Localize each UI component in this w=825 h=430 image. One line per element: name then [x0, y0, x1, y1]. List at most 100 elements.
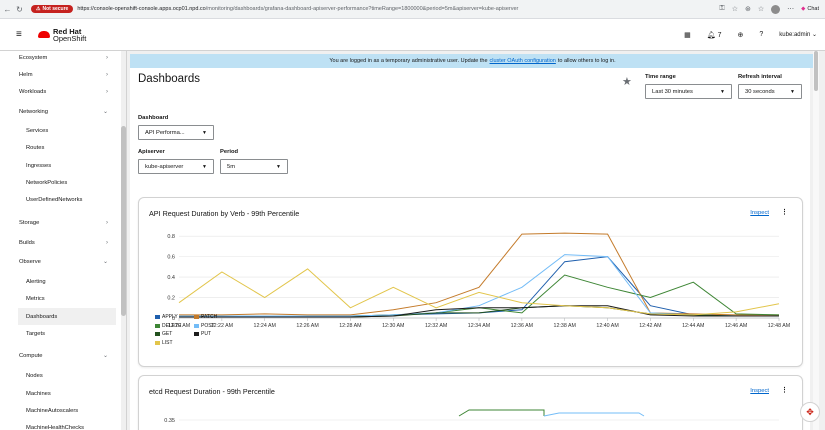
etcd-request-duration-card: etcd Request Duration - 99th Percentile …	[138, 375, 803, 430]
y-tick-label: 0.6	[167, 255, 175, 261]
sidebar-item-metrics[interactable]: Metrics	[0, 290, 120, 307]
legend-item-delete[interactable]: DELETE	[155, 322, 192, 331]
caret-down-icon: ▼	[276, 163, 281, 170]
sidebar-item-machineautoscalers[interactable]: MachineAutoscalers	[0, 402, 120, 419]
sidebar-item-nodes[interactable]: Nodes	[0, 367, 120, 384]
redhat-hat-icon	[38, 31, 50, 38]
chat-button[interactable]: ◆ Chat	[801, 6, 819, 12]
dashboard-dropdown[interactable]: API Performa... ▼	[138, 125, 214, 140]
chevron-right-icon: ›	[106, 54, 108, 61]
sidebar-item-services[interactable]: Services	[0, 122, 120, 139]
chevron-down-icon: ⌄	[102, 353, 108, 359]
series-line-patch	[179, 232, 779, 316]
address-bar[interactable]: https://console-openshift-console.apps.o…	[77, 6, 677, 12]
x-tick-label: 12:30 AM	[382, 323, 404, 329]
back-icon[interactable]: ←	[3, 5, 12, 14]
x-tick-label: 12:24 AM	[254, 323, 276, 329]
chart-legend: APPLY PATCH DELETE POST GET PUT LIST	[155, 313, 231, 347]
x-tick-label: 12:36 AM	[511, 323, 533, 329]
notifications-button[interactable]: 🔔︎ 7	[707, 31, 722, 39]
refresh-interval-dropdown[interactable]: 30 seconds ▼	[738, 84, 802, 99]
time-range-dropdown[interactable]: Last 30 minutes ▼	[645, 84, 732, 99]
y-tick-label: 0.8	[167, 234, 175, 240]
not-secure-badge[interactable]: ⚠ Not secure	[31, 5, 74, 13]
sidebar-nav: Ecosystem › Helm › Workloads › Networking ⌄ Serv…	[0, 51, 127, 430]
dashboard-label: Dashboard	[138, 115, 169, 121]
legend-swatch	[194, 332, 199, 337]
caret-down-icon: ▼	[202, 129, 207, 136]
apiserver-dropdown[interactable]: kube-apiserver ▼	[138, 159, 214, 174]
sidebar-item-observe[interactable]: Observe ⌄	[0, 253, 120, 270]
apiserver-label: Apiserver	[138, 149, 165, 155]
etcd-duration-chart[interactable]: 0.35	[139, 376, 804, 430]
bookmark-star-icon[interactable]: ☆	[732, 5, 738, 13]
legend-item-apply[interactable]: APPLY	[155, 313, 192, 322]
sidebar-item-machines[interactable]: Machines	[0, 385, 120, 402]
floating-action-button[interactable]: ✥	[800, 402, 820, 422]
warning-icon: ⚠	[36, 6, 41, 12]
sidebar-item-alerting[interactable]: Alerting	[0, 273, 120, 290]
favorite-star-icon[interactable]: ★	[622, 75, 632, 88]
help-icon[interactable]: ?	[759, 31, 763, 38]
chevron-down-icon: ⌄	[102, 109, 108, 115]
sidebar-item-dashboards[interactable]: Dashboards	[18, 308, 116, 325]
sidebar-item-networkpolicies[interactable]: NetworkPolicies	[0, 174, 120, 191]
legend-item-get[interactable]: GET	[155, 330, 192, 339]
sidebar-item-targets[interactable]: Targets	[0, 325, 120, 342]
sidebar-item-helm[interactable]: Helm ›	[0, 66, 120, 83]
series-line-put	[179, 305, 779, 318]
puzzle-icon: ✥	[806, 406, 814, 417]
caret-down-icon: ▼	[720, 88, 725, 95]
legend-item-post[interactable]: POST	[194, 322, 231, 331]
legend-swatch	[194, 315, 199, 320]
sidebar-item-compute[interactable]: Compute ⌄	[0, 347, 120, 364]
period-label: Period	[220, 149, 239, 155]
sidebar-item-ecosystem[interactable]: Ecosystem ›	[0, 51, 120, 66]
hamburger-menu-icon[interactable]: ≡	[16, 29, 26, 40]
chevron-right-icon: ›	[106, 219, 108, 226]
legend-item-put[interactable]: PUT	[194, 330, 231, 339]
legend-item-list[interactable]: LIST	[155, 339, 192, 348]
x-tick-label: 12:34 AM	[468, 323, 490, 329]
sidebar-item-networking[interactable]: Networking ⌄	[0, 103, 120, 120]
dashboards-page: Dashboards ★ Time range Last 30 minutes ▼…	[130, 68, 810, 430]
sidebar-scroll-thumb[interactable]	[121, 126, 126, 316]
sidebar-item-machinehealthchecks[interactable]: MachineHealthChecks	[0, 419, 120, 430]
main-scrollbar[interactable]	[813, 51, 819, 430]
sidebar-item-userdefinednetworks[interactable]: UserDefinedNetworks	[0, 191, 120, 208]
period-dropdown[interactable]: 5m ▼	[220, 159, 288, 174]
profile-avatar[interactable]	[771, 4, 781, 14]
reload-icon[interactable]: ↻	[15, 5, 24, 14]
main-scroll-thumb[interactable]	[814, 51, 818, 91]
main-content: You are logged in as a temporary adminis…	[127, 51, 825, 430]
x-tick-label: 12:40 AM	[596, 323, 618, 329]
api-duration-chart[interactable]: 00.20.40.60.812:20 AM 12:22 AM 12:24 AM 12:…	[139, 198, 804, 368]
favorites-icon[interactable]: ☆	[758, 5, 764, 13]
series-line	[458, 409, 545, 417]
oauth-config-link[interactable]: cluster OAuth configuration	[490, 58, 556, 64]
sidebar-item-workloads[interactable]: Workloads ›	[0, 83, 120, 100]
extensions-icon[interactable]: ⊛	[745, 5, 751, 13]
chevron-right-icon: ›	[106, 88, 108, 95]
sidebar-item-storage[interactable]: Storage ›	[0, 214, 120, 231]
app-launcher-icon[interactable]: ▦	[684, 31, 691, 39]
chevron-right-icon: ›	[106, 239, 108, 246]
refresh-interval-label: Refresh interval	[738, 74, 782, 80]
sidebar-item-builds[interactable]: Builds ›	[0, 234, 120, 251]
quick-create-icon[interactable]: ⊕	[737, 31, 743, 39]
api-request-duration-card: API Request Duration by Verb - 99th Perc…	[138, 197, 803, 367]
redhat-openshift-logo[interactable]: Red Hat OpenShift	[38, 27, 86, 42]
y-tick-label: 0.2	[167, 296, 175, 302]
legend-item-patch[interactable]: PATCH	[194, 313, 231, 322]
x-tick-label: 12:46 AM	[725, 323, 747, 329]
series-line	[543, 412, 645, 417]
caret-down-icon: ▼	[202, 163, 207, 170]
key-icon[interactable]: ⚿	[719, 5, 724, 13]
sidebar-item-routes[interactable]: Routes	[0, 139, 120, 156]
user-menu[interactable]: kube:admin ⌄	[779, 31, 817, 38]
legend-swatch	[194, 323, 199, 328]
menu-dots-icon[interactable]: ⋯	[787, 5, 794, 13]
sidebar-item-ingresses[interactable]: Ingresses	[0, 157, 120, 174]
x-tick-label: 12:32 AM	[425, 323, 447, 329]
x-tick-label: 12:42 AM	[639, 323, 661, 329]
